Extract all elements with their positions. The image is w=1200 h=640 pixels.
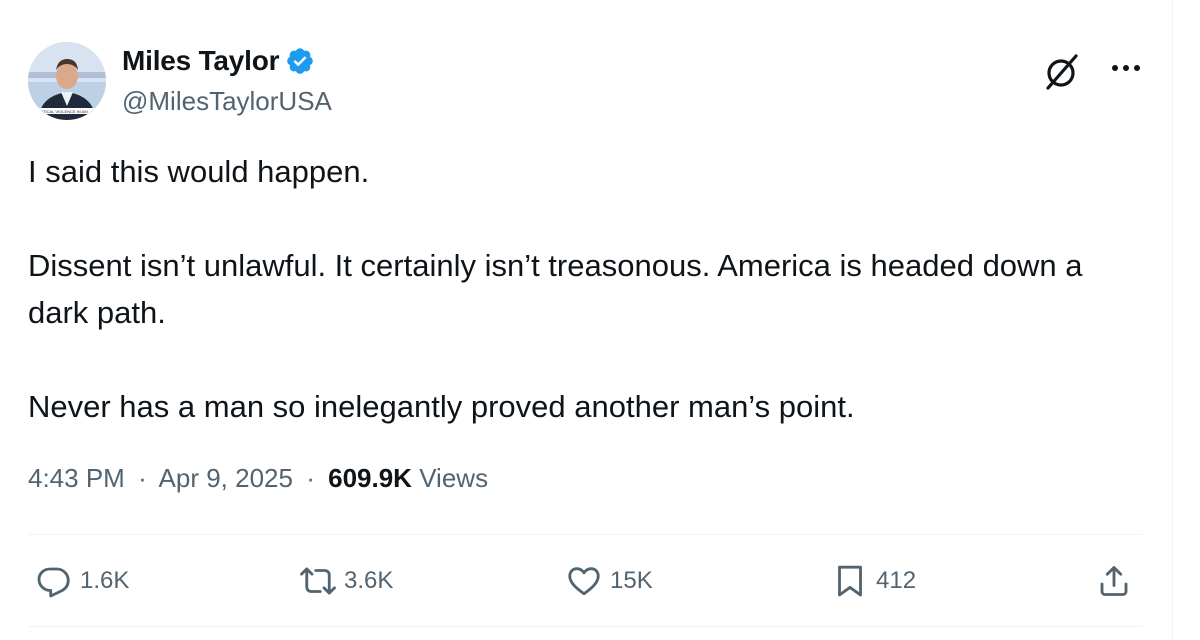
bookmark-count: 412 [876,567,917,594]
grok-icon[interactable] [1040,50,1084,94]
heart-icon [568,567,600,596]
tweet-date[interactable]: Apr 9, 2025 [159,463,293,493]
action-bar: 1.6K 3.6K 15K 412 [0,556,1172,606]
reply-count: 1.6K [80,567,130,594]
avatar-banner-text: POLITICAL VIOLENCE IN AM [34,109,88,114]
author-name[interactable]: Miles Taylor [122,45,280,77]
tweet-card: POLITICAL VIOLENCE IN AM Miles Taylor @M… [0,0,1200,640]
bookmark-button[interactable]: 412 [832,556,916,606]
meta-separator: · [138,463,147,493]
divider [28,626,1142,627]
repost-icon [300,567,336,595]
share-button[interactable] [1096,556,1132,606]
tweet-paragraph: Dissent isn’t unlawful. It certainly isn… [28,248,1083,330]
like-count: 15K [610,567,653,594]
more-options-icon[interactable] [1106,56,1146,80]
views-label: Views [419,463,489,493]
reply-button[interactable]: 1.6K [36,556,129,606]
like-button[interactable]: 15K [566,556,653,606]
tweet-paragraph: I said this would happen. [28,154,370,189]
tweet-paragraph: Never has a man so inelegantly proved an… [28,389,855,424]
author-handle[interactable]: @MilesTaylorUSA [122,86,332,117]
reply-icon [37,567,70,598]
column-border [1172,0,1173,640]
repost-count: 3.6K [344,567,394,594]
bookmark-icon [838,565,862,597]
tweet-text: I said this would happen. Dissent isn’t … [28,148,1148,430]
share-icon [1100,566,1128,596]
meta-separator: · [306,463,315,493]
divider [28,534,1142,535]
author-name-row: Miles Taylor [122,44,315,78]
repost-button[interactable]: 3.6K [300,556,393,606]
views-count[interactable]: 609.9K [328,463,412,493]
tweet-meta: 4:43 PM · Apr 9, 2025 · 609.9K Views [28,463,488,494]
avatar[interactable]: POLITICAL VIOLENCE IN AM [28,42,106,120]
verified-badge-icon[interactable] [285,46,315,76]
tweet-time[interactable]: 4:43 PM [28,463,125,493]
